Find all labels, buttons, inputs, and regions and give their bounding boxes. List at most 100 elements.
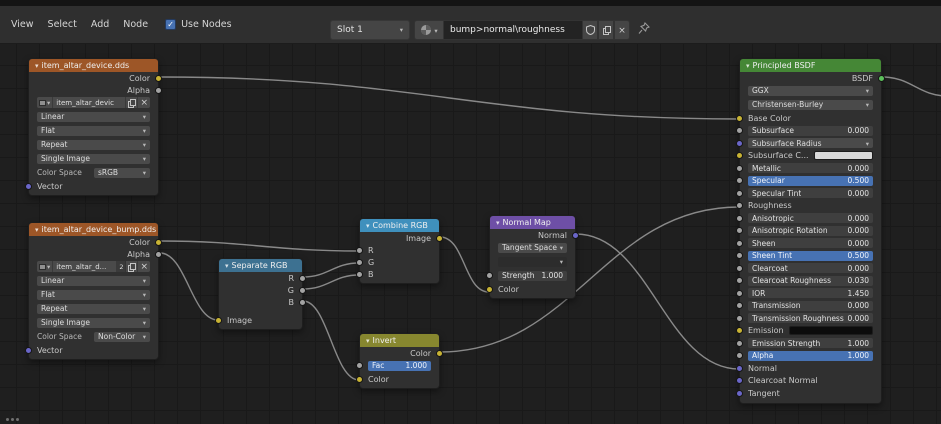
duplicate-image-button[interactable] <box>126 261 139 272</box>
image-input-socket[interactable] <box>215 316 222 324</box>
image-output-socket[interactable] <box>436 234 443 242</box>
vector-input-socket[interactable] <box>736 364 743 372</box>
bsdf-row-clearcoat-roughness[interactable]: Clearcoat Roughness 0.030 <box>736 275 881 288</box>
node-header[interactable]: Principled BSDF <box>740 59 881 72</box>
gray-input-socket[interactable] <box>736 339 743 347</box>
unlink-material-button[interactable] <box>614 20 630 40</box>
color-input-socket[interactable] <box>486 285 493 293</box>
collapse-chevron-icon[interactable] <box>35 225 39 234</box>
bsdf-row-emission-strength[interactable]: Emission Strength 1.000 <box>736 337 881 350</box>
node-invert[interactable]: Invert Color Fac 1.000 Color <box>356 333 443 389</box>
value-slider[interactable]: Transmission 0.000 <box>748 300 873 311</box>
gray-input-socket[interactable] <box>736 214 743 222</box>
space-dropdown[interactable]: Tangent Space <box>498 242 567 253</box>
node-image-texture-bump[interactable]: item_altar_device_bump.dds Color Alpha i… <box>25 222 162 360</box>
uv-map-dropdown[interactable] <box>498 256 567 267</box>
value-slider[interactable]: Alpha 1.000 <box>748 350 873 361</box>
value-slider[interactable]: Anisotropic Rotation 0.000 <box>748 225 873 236</box>
menu-view[interactable]: View <box>4 19 41 30</box>
image-browser-button[interactable] <box>37 97 54 108</box>
value-slider[interactable]: Clearcoat 0.000 <box>748 263 873 274</box>
bsdf-row-specular[interactable]: Specular 0.500 <box>736 175 881 188</box>
users-count-badge[interactable]: 2 <box>117 261 127 272</box>
image-name-field[interactable]: item_altar_devic <box>53 97 127 108</box>
source-dropdown[interactable]: Single Image <box>37 317 150 328</box>
vector-input-socket[interactable] <box>736 377 743 385</box>
bsdf-row-alpha[interactable]: Alpha 1.000 <box>736 350 881 363</box>
node-header[interactable]: item_altar_device_bump.dds <box>29 223 158 236</box>
bsdf-output-socket[interactable] <box>878 74 885 82</box>
image-browser-button[interactable] <box>37 261 54 272</box>
menu-node[interactable]: Node <box>116 19 155 30</box>
material-preview-dropdown[interactable] <box>414 20 444 40</box>
color-output-socket[interactable] <box>155 238 162 246</box>
fake-user-shield-button[interactable] <box>582 20 598 40</box>
gray-input-socket[interactable] <box>736 277 743 285</box>
image-name-field[interactable]: item_altar_d... <box>53 261 118 272</box>
strength-input-socket[interactable] <box>486 272 493 279</box>
collapse-chevron-icon[interactable] <box>496 218 500 227</box>
fac-slider[interactable]: Fac 1.000 <box>368 360 431 371</box>
value-slider[interactable]: Transmission Roughness 0.000 <box>748 313 873 324</box>
vector-input-socket[interactable] <box>736 139 743 147</box>
gray-input-socket[interactable] <box>736 177 743 185</box>
gray-input-socket[interactable] <box>736 239 743 247</box>
value-slider[interactable]: Specular Tint 0.000 <box>748 188 873 199</box>
gray-input-socket[interactable] <box>736 127 743 135</box>
bsdf-row-clearcoat[interactable]: Clearcoat 0.000 <box>736 262 881 275</box>
b-output-socket[interactable] <box>299 298 306 306</box>
node-graph-canvas[interactable]: item_altar_device.dds Color Alpha item_a… <box>0 0 941 424</box>
extension-dropdown[interactable]: Repeat <box>37 303 150 314</box>
value-slider[interactable]: Metallic 0.000 <box>748 163 873 174</box>
bsdf-row-anisotropic-rotation[interactable]: Anisotropic Rotation 0.000 <box>736 225 881 238</box>
normal-output-socket[interactable] <box>572 231 579 239</box>
strength-slider[interactable]: Strength 1.000 <box>498 270 567 281</box>
gray-input-socket[interactable] <box>736 202 743 210</box>
collapse-chevron-icon[interactable] <box>35 61 39 70</box>
node-combine-rgb[interactable]: Combine RGB Image R G B <box>356 218 443 284</box>
duplicate-image-button[interactable] <box>126 97 139 108</box>
bsdf-row-specular-tint[interactable]: Specular Tint 0.000 <box>736 187 881 200</box>
slot-dropdown[interactable]: Slot 1 <box>330 20 410 40</box>
color-swatch[interactable] <box>813 151 873 161</box>
value-slider[interactable]: Emission Strength 1.000 <box>748 338 873 349</box>
unlink-image-button[interactable] <box>138 261 150 272</box>
bsdf-row-sheen-tint[interactable]: Sheen Tint 0.500 <box>736 250 881 263</box>
node-header[interactable]: Invert <box>360 334 439 347</box>
node-image-texture-1[interactable]: item_altar_device.dds Color Alpha item_a… <box>25 58 162 196</box>
interpolation-dropdown[interactable]: Linear <box>37 275 150 286</box>
value-slider[interactable]: IOR 1.450 <box>748 288 873 299</box>
menu-add[interactable]: Add <box>84 19 116 30</box>
vector-input-socket[interactable] <box>25 182 32 190</box>
vector-input-socket[interactable] <box>736 389 743 397</box>
interpolation-dropdown[interactable]: Linear <box>37 111 150 122</box>
bsdf-row-subsurface-c[interactable]: Subsurface C... <box>736 150 881 163</box>
subsurface-method-dropdown[interactable]: Christensen-Burley <box>748 99 873 110</box>
node-header[interactable]: item_altar_device.dds <box>29 59 158 72</box>
projection-dropdown[interactable]: Flat <box>37 125 150 136</box>
bsdf-row-subsurface[interactable]: Subsurface 0.000 <box>736 125 881 138</box>
bsdf-row-metallic[interactable]: Metallic 0.000 <box>736 162 881 175</box>
b-input-socket[interactable] <box>356 270 363 278</box>
checkbox-checked-icon[interactable] <box>165 19 177 30</box>
alpha-output-socket[interactable] <box>155 250 162 258</box>
color-output-socket[interactable] <box>155 74 162 82</box>
use-nodes-label[interactable]: Use Nodes <box>181 19 232 30</box>
use-nodes-toggle[interactable]: Use Nodes <box>165 19 232 30</box>
bsdf-row-transmission-roughness[interactable]: Transmission Roughness 0.000 <box>736 312 881 325</box>
node-principled-bsdf[interactable]: Principled BSDF BSDF GGX Christensen-Bur… <box>736 58 885 404</box>
copy-material-button[interactable] <box>598 20 614 40</box>
gray-input-socket[interactable] <box>736 289 743 297</box>
extension-dropdown[interactable]: Repeat <box>37 139 150 150</box>
value-slider[interactable]: Subsurface 0.000 <box>748 125 873 136</box>
color-output-socket[interactable] <box>436 349 443 357</box>
r-output-socket[interactable] <box>299 274 306 282</box>
gray-input-socket[interactable] <box>736 314 743 322</box>
value-slider[interactable]: Sheen 0.000 <box>748 238 873 249</box>
pin-button[interactable] <box>638 22 650 38</box>
projection-dropdown[interactable]: Flat <box>37 289 150 300</box>
gray-input-socket[interactable] <box>736 252 743 260</box>
node-header[interactable]: Combine RGB <box>360 219 439 232</box>
yellow-input-socket[interactable] <box>736 114 743 122</box>
distribution-dropdown[interactable]: GGX <box>748 85 873 96</box>
